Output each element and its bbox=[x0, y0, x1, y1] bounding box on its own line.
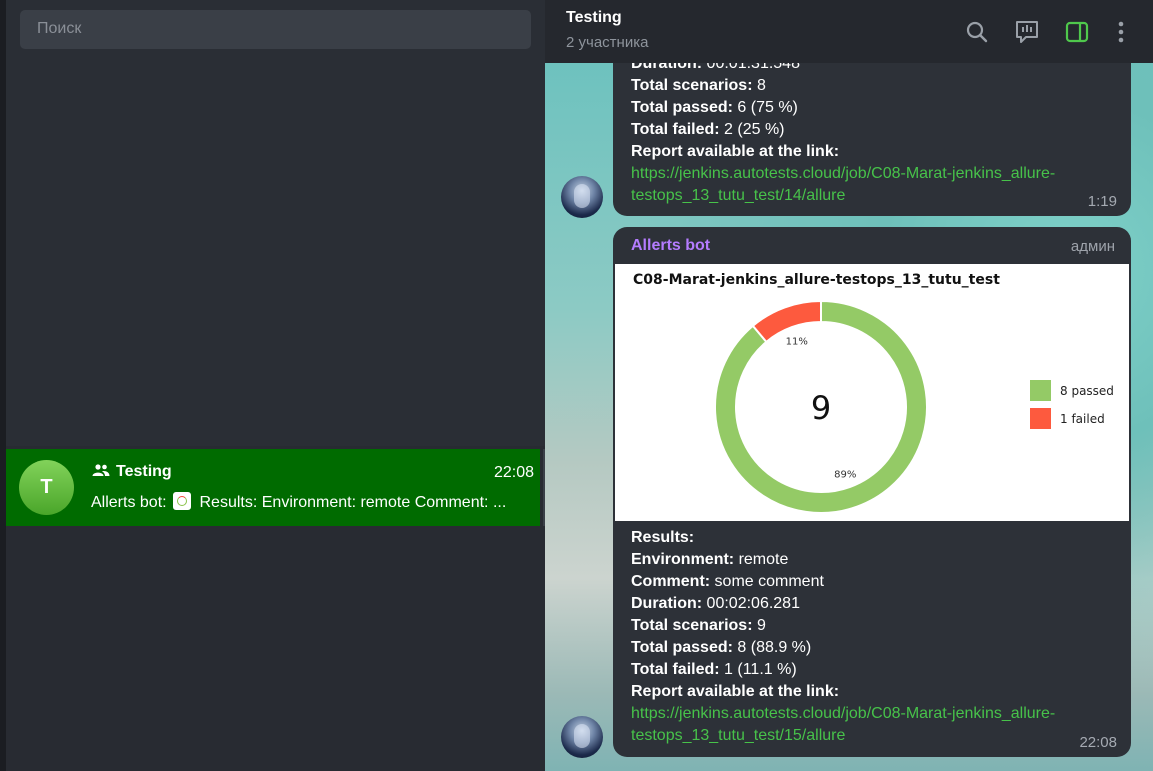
msg1-time: 1:19 bbox=[1087, 193, 1117, 210]
msg1-line-scenarios: Total scenarios: 8 bbox=[631, 77, 766, 94]
chat-list-item-testing[interactable]: T Testing 22:08 Allerts bot: Results: En… bbox=[6, 449, 540, 526]
chat-view: Duration: 00:01:31.548 Total scenarios: … bbox=[545, 0, 1153, 771]
legend-swatch-passed bbox=[1030, 380, 1051, 401]
msg2-report-link-cont[interactable]: testops_13_tutu_test/15/allure bbox=[631, 727, 845, 745]
msg2-sender[interactable]: Allerts bot bbox=[631, 237, 710, 255]
chart-thumbnail-icon bbox=[173, 492, 192, 510]
preview-sender: Allerts bot: bbox=[91, 494, 167, 511]
legend-label-passed: 8 passed bbox=[1060, 384, 1114, 398]
msg1-line-passed: Total passed: 6 (75 %) bbox=[631, 99, 798, 116]
allure-chart-image[interactable]: C08-Marat-jenkins_allure-testops_13_tutu… bbox=[615, 264, 1129, 521]
allure-donut-chart: C08-Marat-jenkins_allure-testops_13_tutu… bbox=[633, 272, 1114, 514]
msg2-line-duration: Duration: 00:02:06.281 bbox=[631, 595, 800, 612]
slice-label-passed: 89% bbox=[834, 470, 856, 481]
chat-time: 22:08 bbox=[493, 464, 534, 481]
msg1-line-failed: Total failed: 2 (25 %) bbox=[631, 121, 785, 138]
msg2-line-failed: Total failed: 1 (11.1 %) bbox=[631, 661, 797, 678]
chat-header: Testing 2 участника bbox=[545, 0, 1153, 63]
msg2-line-environment: Environment: remote bbox=[631, 551, 789, 568]
message-bubble-1: Duration: 00:01:31.548 Total scenarios: … bbox=[613, 40, 1131, 216]
more-icon[interactable] bbox=[1108, 19, 1134, 45]
legend-swatch-failed bbox=[1030, 408, 1051, 429]
search-icon[interactable] bbox=[964, 19, 990, 45]
msg2-time: 22:08 bbox=[1079, 734, 1117, 751]
msg1-report-link[interactable]: https://jenkins.autotests.cloud/job/C08-… bbox=[631, 165, 1055, 183]
sidebar-toggle-icon[interactable] bbox=[1064, 19, 1090, 45]
chat-avatar: T bbox=[19, 460, 74, 515]
msg2-line-results: Results: bbox=[631, 529, 695, 546]
msg1-line-report: Report available at the link: bbox=[631, 143, 840, 160]
msg2-role-badge: админ bbox=[1070, 238, 1115, 255]
slice-label-failed: 11% bbox=[786, 336, 808, 347]
bot-avatar-1[interactable] bbox=[561, 176, 603, 218]
search-input[interactable]: Поиск bbox=[20, 10, 531, 49]
msg1-report-link-cont[interactable]: testops_13_tutu_test/14/allure bbox=[631, 187, 845, 205]
chart-title: C08-Marat-jenkins_allure-testops_13_tutu… bbox=[633, 272, 1000, 288]
bot-avatar-2[interactable] bbox=[561, 716, 603, 758]
chat-list-empty-area bbox=[6, 0, 545, 446]
msg2-line-comment: Comment: some comment bbox=[631, 573, 824, 590]
legend-label-failed: 1 failed bbox=[1060, 412, 1105, 426]
chat-list-sidebar: Поиск T Testing 22:08 Allerts bot: Resul… bbox=[6, 0, 546, 771]
msg2-line-passed: Total passed: 8 (88.9 %) bbox=[631, 639, 812, 656]
chat-name: Testing bbox=[116, 463, 172, 480]
message-bubble-2: Allerts bot админ C08-Marat-jenkins_allu… bbox=[613, 227, 1131, 757]
preview-text: Results: Environment: remote Comment: ..… bbox=[199, 494, 507, 511]
msg2-line-report: Report available at the link: bbox=[631, 683, 840, 700]
msg2-line-scenarios: Total scenarios: 9 bbox=[631, 617, 766, 634]
msg2-report-link[interactable]: https://jenkins.autotests.cloud/job/C08-… bbox=[631, 705, 1055, 723]
chat-preview: Allerts bot: Results: Environment: remot… bbox=[91, 492, 531, 512]
group-icon bbox=[92, 464, 110, 476]
chat-member-count: 2 участника bbox=[566, 34, 649, 51]
reactions-icon[interactable] bbox=[1014, 19, 1040, 45]
search-placeholder: Поиск bbox=[37, 20, 82, 37]
donut-center-total: 9 bbox=[811, 389, 831, 427]
chat-title[interactable]: Testing bbox=[566, 9, 622, 27]
